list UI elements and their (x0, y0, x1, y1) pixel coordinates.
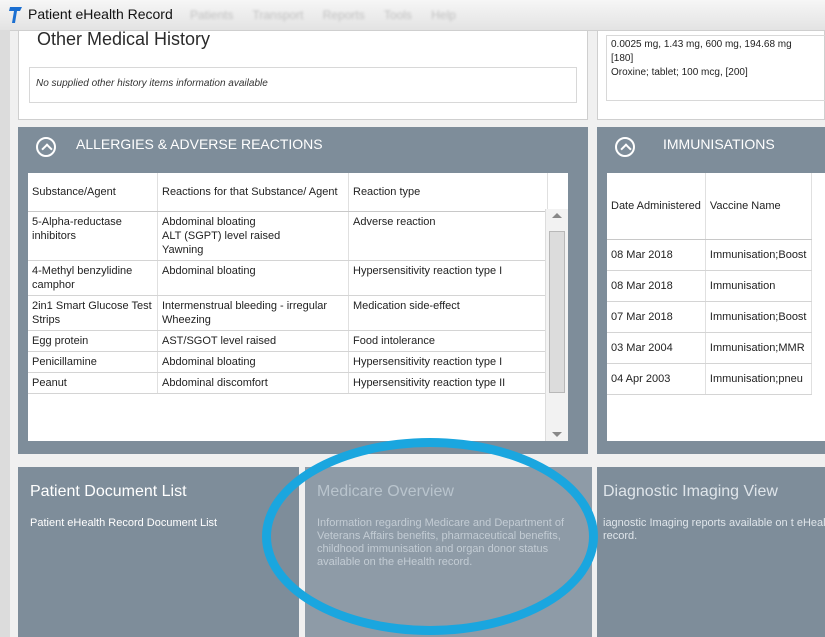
reaction-type-cell: Food intolerance (348, 330, 548, 352)
table-row[interactable]: Peanut Abdominal discomfort Hypersensiti… (28, 372, 548, 394)
column-header-reaction-type[interactable]: Reaction type (348, 173, 548, 212)
menu-item-reports[interactable]: Reports (323, 8, 365, 22)
tile-title: Patient Document List (30, 483, 187, 500)
reaction-item: Wheezing (162, 314, 211, 326)
date-cell: 04 Apr 2003 (607, 363, 706, 395)
menu-item-help[interactable]: Help (431, 8, 456, 22)
immunisations-table-container: Date Administered Vaccine Name 08 Mar 20… (607, 173, 825, 441)
substance-cell: Peanut (28, 372, 158, 394)
table-row[interactable]: 07 Mar 2018 Immunisation;Boost (607, 301, 812, 333)
title-bar: Patient eHealth Record Patients Transpor… (0, 0, 825, 31)
scroll-thumb[interactable] (549, 231, 565, 393)
chevron-up-icon[interactable] (615, 137, 635, 157)
table-row[interactable]: 08 Mar 2018 Immunisation (607, 270, 812, 302)
medication-line: 0.0025 mg, 1.43 mg, 600 mg, 194.68 mg (611, 39, 792, 50)
immunisations-header[interactable]: IMMUNISATIONS (597, 127, 825, 163)
reaction-item: Abdominal bloating (162, 265, 256, 277)
allergies-title: ALLERGIES & ADVERSE REACTIONS (76, 136, 323, 152)
reaction-item: ALT (SGPT) level raised (162, 230, 281, 242)
app-logo-icon (9, 7, 22, 23)
date-cell: 03 Mar 2004 (607, 332, 706, 364)
reaction-type-cell: Medication side-effect (348, 295, 548, 331)
empty-history-message: No supplied other history items informat… (36, 78, 268, 89)
allergies-section: ALLERGIES & ADVERSE REACTIONS Substance/… (18, 127, 588, 454)
reaction-item: Yawning (162, 244, 204, 256)
column-header-substance[interactable]: Substance/Agent (28, 173, 158, 212)
column-header-vaccine-name[interactable]: Vaccine Name (705, 173, 812, 240)
allergies-scrollbar[interactable] (545, 209, 568, 441)
substance-cell: 4-Methyl benzylidine camphor (28, 260, 158, 296)
table-row[interactable]: 2in1 Smart Glucose Test Strips Intermens… (28, 295, 548, 331)
medications-panel: 0.0025 mg, 1.43 mg, 600 mg, 194.68 mg [1… (597, 30, 825, 120)
reactions-cell: AST/SGOT level raised (157, 330, 349, 352)
allergies-table: Substance/Agent Reactions for that Subst… (28, 173, 548, 394)
column-header-date-administered[interactable]: Date Administered (607, 173, 706, 240)
tile-title: Diagnostic Imaging View (603, 483, 778, 500)
reactions-cell: Abdominal bloating ALT (SGPT) level rais… (157, 211, 349, 261)
reaction-type-cell: Hypersensitivity reaction type I (348, 351, 548, 373)
reaction-item: Intermenstrual bleeding - irregular (162, 300, 328, 312)
allergies-header[interactable]: ALLERGIES & ADVERSE REACTIONS (18, 127, 588, 163)
medication-list: 0.0025 mg, 1.43 mg, 600 mg, 194.68 mg [1… (606, 35, 825, 101)
reaction-item: Abdominal discomfort (162, 377, 268, 389)
vaccine-cell: Immunisation;Boost (705, 301, 812, 333)
menu-item-tools[interactable]: Tools (384, 8, 412, 22)
vaccine-cell: Immunisation (705, 270, 812, 302)
immunisations-title: IMMUNISATIONS (663, 136, 775, 152)
tile-description: iagnostic Imaging reports available on t… (603, 517, 825, 542)
tile-description: Information regarding Medicare and Depar… (317, 517, 565, 568)
vaccine-cell: Immunisation;MMR (705, 332, 812, 364)
date-cell: 08 Mar 2018 (607, 239, 706, 271)
table-row[interactable]: Penicillamine Abdominal bloating Hyperse… (28, 351, 548, 373)
date-cell: 07 Mar 2018 (607, 301, 706, 333)
table-row[interactable]: Egg protein AST/SGOT level raised Food i… (28, 330, 548, 352)
reaction-item: Abdominal bloating (162, 356, 256, 368)
menu-bar: Patients Transport Reports Tools Help (190, 8, 472, 22)
column-header-reactions[interactable]: Reactions for that Substance/ Agent (157, 173, 349, 212)
window-left-edge (0, 30, 10, 637)
reaction-item: Abdominal bloating (162, 216, 256, 228)
medication-line: Oroxine; tablet; 100 mcg, [200] (611, 67, 748, 78)
substance-cell: Penicillamine (28, 351, 158, 373)
allergies-table-container: Substance/Agent Reactions for that Subst… (28, 173, 568, 441)
vaccine-cell: Immunisation;Boost (705, 239, 812, 271)
table-row[interactable]: 5-Alpha-reductase inhibitors Abdominal b… (28, 211, 548, 261)
tile-description: Patient eHealth Record Document List (30, 517, 218, 529)
table-row[interactable]: 04 Apr 2003 Immunisation;pneu (607, 363, 812, 395)
reactions-cell: Abdominal bloating (157, 351, 349, 373)
scroll-up-arrow-icon[interactable] (552, 213, 562, 218)
navigation-tiles: Patient Document List Patient eHealth Re… (18, 467, 825, 637)
reactions-cell: Abdominal discomfort (157, 372, 349, 394)
table-row[interactable]: 4-Methyl benzylidine camphor Abdominal b… (28, 260, 548, 296)
menu-item-patients[interactable]: Patients (190, 8, 233, 22)
diagnostic-imaging-view-tile[interactable]: Diagnostic Imaging View iagnostic Imagin… (597, 467, 825, 637)
substance-cell: Egg protein (28, 330, 158, 352)
reaction-type-cell: Adverse reaction (348, 211, 548, 261)
medication-line: [180] (611, 53, 634, 64)
chevron-up-icon[interactable] (36, 137, 56, 157)
vaccine-cell: Immunisation;pneu (705, 363, 812, 395)
reaction-type-cell: Hypersensitivity reaction type I (348, 260, 548, 296)
table-row[interactable]: 03 Mar 2004 Immunisation;MMR (607, 332, 812, 364)
reaction-type-cell: Hypersensitivity reaction type II (348, 372, 548, 394)
patient-document-list-tile[interactable]: Patient Document List Patient eHealth Re… (18, 467, 299, 637)
menu-item-transport[interactable]: Transport (252, 8, 303, 22)
other-medical-history-title: Other Medical History (37, 29, 211, 49)
reactions-cell: Intermenstrual bleeding - irregular Whee… (157, 295, 349, 331)
other-history-box: No supplied other history items informat… (29, 67, 577, 103)
substance-cell: 5-Alpha-reductase inhibitors (28, 211, 158, 261)
table-row[interactable]: 08 Mar 2018 Immunisation;Boost (607, 239, 812, 271)
medicare-overview-tile[interactable]: Medicare Overview Information regarding … (305, 467, 592, 637)
immunisations-section: IMMUNISATIONS Date Administered Vaccine … (597, 127, 825, 454)
scroll-down-arrow-icon[interactable] (552, 432, 562, 437)
immunisations-table: Date Administered Vaccine Name 08 Mar 20… (607, 173, 812, 395)
window-title: Patient eHealth Record (28, 6, 173, 22)
other-medical-history-panel: Other Medical History No supplied other … (18, 29, 588, 120)
substance-cell: 2in1 Smart Glucose Test Strips (28, 295, 158, 331)
tile-title: Medicare Overview (317, 483, 454, 500)
date-cell: 08 Mar 2018 (607, 270, 706, 302)
reaction-item: AST/SGOT level raised (162, 335, 277, 347)
reactions-cell: Abdominal bloating (157, 260, 349, 296)
